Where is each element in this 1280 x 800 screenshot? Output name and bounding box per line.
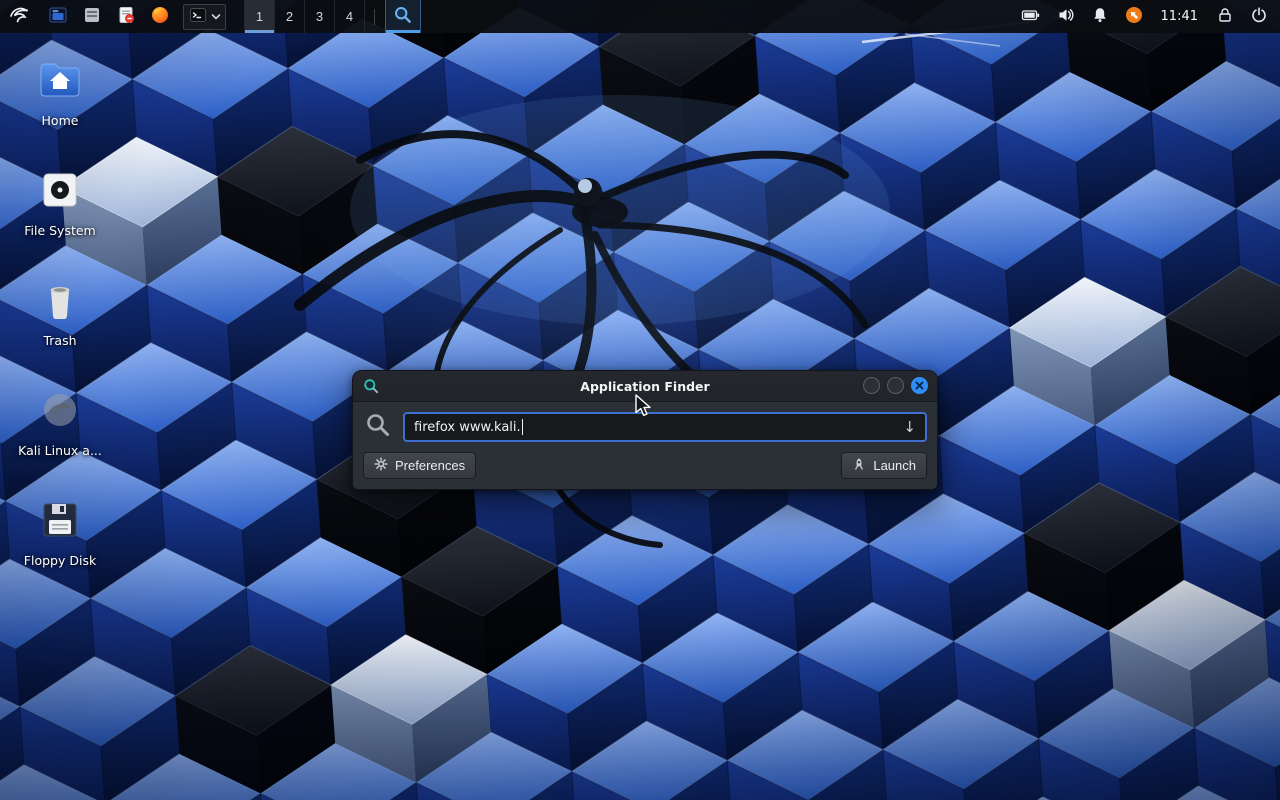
kali-badge-icon (36, 386, 84, 438)
chevron-down-icon (211, 7, 221, 26)
terminal-icon (188, 5, 208, 29)
desktop-icon-label: Trash (43, 333, 76, 348)
desktop: 1 2 3 4 (0, 0, 1280, 800)
workspace-3[interactable]: 3 (304, 0, 335, 33)
kali-menu-button[interactable] (8, 0, 30, 33)
window-controls (863, 377, 928, 394)
launcher-firefox[interactable] (150, 0, 170, 33)
desktop-icon-floppy-disk[interactable]: Floppy Disk (10, 496, 110, 568)
panel-separator (374, 9, 375, 25)
preferences-label: Preferences (395, 458, 465, 473)
panel-left-group: 1 2 3 4 (4, 0, 421, 33)
power-icon (1250, 6, 1268, 27)
file-cabinet-icon (82, 5, 102, 28)
battery-icon (1021, 9, 1041, 25)
desktop-icon-trash[interactable]: Trash (10, 276, 110, 348)
workspace-2[interactable]: 2 (274, 0, 305, 33)
desktop-icon-label: Kali Linux a... (18, 443, 102, 458)
clock[interactable]: 11:41 (1161, 9, 1198, 24)
history-dropdown-arrow-icon[interactable]: ↓ (903, 418, 916, 436)
maximize-button[interactable] (887, 377, 904, 394)
firefox-icon (150, 5, 170, 28)
button-row: Preferences Launch (353, 450, 937, 489)
workspace-4[interactable]: 4 (334, 0, 365, 33)
launch-icon (852, 457, 866, 474)
text-caret (522, 419, 523, 435)
terminal-dropdown-button[interactable] (183, 4, 226, 30)
updates-icon (1125, 6, 1143, 27)
workspace-1[interactable]: 1 (244, 0, 275, 33)
battery-indicator[interactable] (1021, 0, 1041, 33)
search-input-value: firefox www.kali. (414, 420, 521, 435)
title-bar[interactable]: Application Finder (353, 371, 937, 402)
floppy-disk-icon (36, 496, 84, 548)
file-manager-icon (48, 5, 68, 28)
app-finder-window: Application Finder (352, 370, 938, 490)
desktop-icon-label: Floppy Disk (24, 553, 96, 568)
desktop-icon-list: Home File System Trash (10, 56, 110, 568)
trash-icon (36, 276, 84, 328)
taskbar-app-finder-button[interactable] (385, 0, 421, 33)
search-row: firefox www.kali. ↓ (353, 402, 937, 450)
workspace-switcher: 1 2 3 4 (244, 0, 364, 33)
logout-button[interactable] (1250, 0, 1268, 33)
close-button[interactable] (911, 377, 928, 394)
top-panel: 1 2 3 4 (0, 0, 1280, 33)
gear-icon (374, 457, 388, 474)
close-icon (915, 378, 924, 393)
system-tray: 11:41 (1013, 0, 1276, 33)
bell-icon (1091, 6, 1109, 27)
desktop-icon-label: Home (42, 113, 79, 128)
notifications-button[interactable] (1091, 0, 1109, 33)
volume-button[interactable] (1057, 0, 1075, 33)
launcher-file-manager[interactable] (48, 0, 68, 33)
launcher-text-editor[interactable] (116, 0, 136, 33)
preferences-button[interactable]: Preferences (363, 452, 476, 479)
lock-icon (1216, 6, 1234, 27)
screen-lock-button[interactable] (1216, 0, 1234, 33)
launch-button[interactable]: Launch (841, 452, 927, 479)
text-editor-icon (116, 5, 136, 28)
desktop-icon-kali-linux[interactable]: Kali Linux a... (10, 386, 110, 458)
desktop-icon-label: File System (24, 223, 96, 238)
updates-button[interactable] (1125, 0, 1143, 33)
launcher-files[interactable] (82, 0, 102, 33)
window-app-finder-icon (363, 378, 379, 398)
desktop-icon-file-system[interactable]: File System (10, 166, 110, 238)
hard-drive-icon (36, 166, 84, 218)
search-icon (365, 412, 391, 442)
search-input[interactable]: firefox www.kali. ↓ (403, 412, 927, 442)
launch-label: Launch (873, 458, 916, 473)
minimize-button[interactable] (863, 377, 880, 394)
kali-logo-icon (8, 4, 30, 29)
app-finder-icon (393, 5, 413, 28)
speaker-icon (1057, 6, 1075, 27)
home-folder-icon (36, 56, 84, 108)
desktop-icon-home[interactable]: Home (10, 56, 110, 128)
window-title: Application Finder (580, 379, 709, 394)
